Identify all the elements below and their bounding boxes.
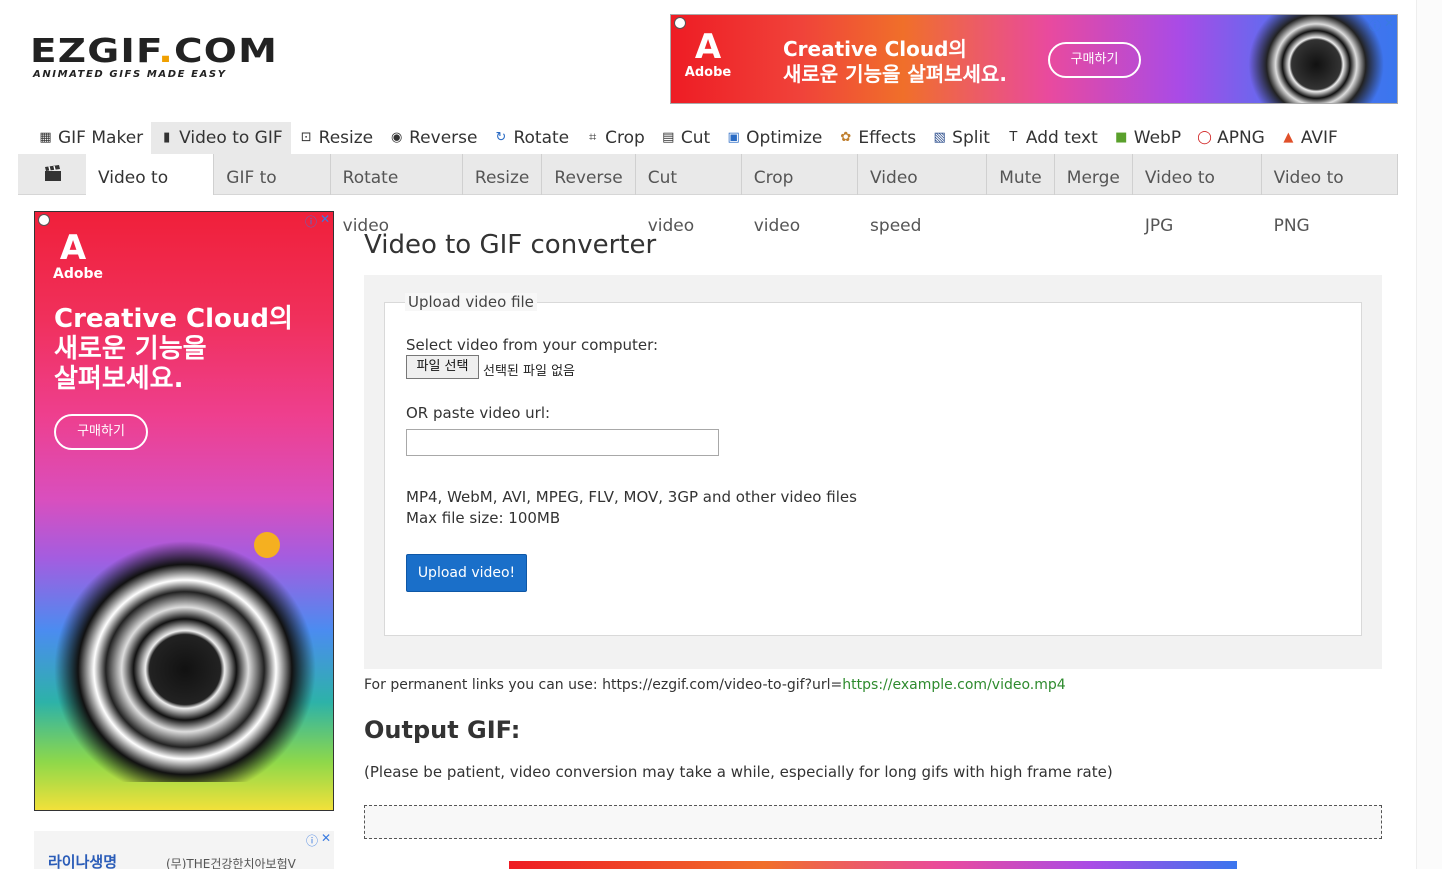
upload-panel: Upload video file Select video from your… <box>364 275 1382 669</box>
tab-cut-video[interactable]: Cut video <box>636 154 742 236</box>
nav-optimize[interactable]: ▣ Optimize <box>718 122 830 154</box>
upload-fieldset: Upload video file Select video from your… <box>384 293 1362 636</box>
add-text-icon: T <box>1009 130 1018 145</box>
cut-icon: ▤ <box>662 130 675 145</box>
scrollbar-gutter[interactable] <box>1416 0 1442 869</box>
video-url-input[interactable] <box>406 429 719 456</box>
optimize-icon: ▣ <box>727 130 740 145</box>
ad-choices-badge-icon[interactable] <box>674 17 686 29</box>
nav-resize[interactable]: ⊡ Resize <box>291 122 381 154</box>
supported-formats-text: MP4, WebM, AVI, MPEG, FLV, MOV, 3GP and … <box>406 488 857 527</box>
video-icon: ▮ <box>163 130 171 145</box>
ad-close-icon[interactable]: ✕ <box>1384 16 1394 30</box>
tab-video-to-jpg[interactable]: Video to JPG <box>1133 154 1262 236</box>
upload-video-button[interactable]: Upload video! <box>406 554 527 592</box>
adobe-logo: A Adobe <box>53 228 103 282</box>
tab-resize[interactable]: Resize <box>463 154 543 195</box>
nav-effects[interactable]: ✿ Effects <box>830 122 924 154</box>
upload-legend: Upload video file <box>405 293 537 311</box>
nav-webp[interactable]: ■ WebP <box>1106 122 1189 154</box>
nav-video-to-gif[interactable]: ▮ Video to GIF <box>151 122 291 154</box>
tab-gif-to-mp4[interactable]: GIF to MP4 <box>214 154 331 236</box>
output-gif-area <box>364 805 1382 839</box>
reverse-icon: ◉ <box>390 130 403 145</box>
ad-close-icon[interactable]: ✕ <box>321 831 331 845</box>
nav-avif[interactable]: ▲ AVIF <box>1273 122 1346 154</box>
output-title: Output GIF: <box>364 716 521 744</box>
sidebar-ad[interactable]: A Adobe Creative Cloud의 새로운 기능을 살펴보세요. 구… <box>34 211 334 811</box>
ad-info-icon[interactable]: ⓘ <box>306 832 318 849</box>
tab-rotate-video[interactable]: Rotate video <box>331 154 463 236</box>
permalink-hint: For permanent links you can use: https:/… <box>364 677 1066 693</box>
nav-gif-maker[interactable]: ▦ GIF Maker <box>30 122 151 154</box>
ad-info-icon[interactable]: ⓘ <box>1369 17 1381 34</box>
nav-crop[interactable]: ⌗ Crop <box>577 122 653 154</box>
tab-merge[interactable]: Merge <box>1055 154 1133 195</box>
choose-file-button[interactable]: 파일 선택 <box>406 355 479 379</box>
resize-icon: ⊡ <box>300 130 312 145</box>
video-subnav: Video to GIF GIF to MP4 Rotate video Res… <box>18 154 1398 236</box>
output-note: (Please be patient, video conversion may… <box>364 763 1113 781</box>
clapperboard-icon <box>45 165 61 181</box>
logo-wordmark: EZGIF.COM <box>30 31 279 70</box>
nav-add-text[interactable]: T Add text <box>998 122 1106 154</box>
ad-buy-button[interactable]: 구매하기 <box>54 414 148 450</box>
nav-rotate[interactable]: ↻ Rotate <box>485 122 577 154</box>
adobe-logo: A Adobe <box>684 27 732 80</box>
no-file-selected-text: 선택된 파일 없음 <box>483 364 575 379</box>
nav-cut[interactable]: ▤ Cut <box>653 122 718 154</box>
ad-info-icon[interactable]: ⓘ <box>305 213 317 230</box>
tab-video-to-gif[interactable]: Video to GIF <box>86 154 215 236</box>
paste-url-label: OR paste video url: <box>406 404 551 422</box>
ad-headline: Creative Cloud의 새로운 기능을 살펴보세요. <box>54 304 293 394</box>
ad-artwork <box>45 532 325 782</box>
site-logo[interactable]: EZGIF.COM ANIMATED GIFS MADE EASY <box>30 34 277 80</box>
ad-subtext: (무)THE건강한치아보험V <box>166 857 296 869</box>
nav-apng[interactable]: ◯ APNG <box>1189 122 1273 154</box>
permalink-example: https://example.com/video.mp4 <box>842 677 1066 693</box>
logo-tagline: ANIMATED GIFS MADE EASY <box>33 69 227 80</box>
crop-icon: ⌗ <box>588 130 597 145</box>
tab-video-speed[interactable]: Video speed <box>858 154 988 236</box>
ad-headline: Creative Cloud의 새로운 기능을 살펴보세요. <box>783 37 1007 86</box>
ad-close-icon[interactable]: ✕ <box>320 212 330 226</box>
sidebar-ad-secondary[interactable]: 라이나생명 (무)THE건강한치아보험V ⓘ ✕ <box>34 831 334 869</box>
select-file-label: Select video from your computer: <box>406 336 659 354</box>
apng-icon: ◯ <box>1197 130 1212 145</box>
nav-split[interactable]: ▧ Split <box>924 122 998 154</box>
ad-sun-shape <box>254 532 280 558</box>
nav-reverse[interactable]: ◉ Reverse <box>381 122 485 154</box>
ad-brand: 라이나생명 <box>48 853 118 869</box>
tab-video-to-png[interactable]: Video to PNG <box>1262 154 1398 236</box>
page-title: Video to GIF converter <box>364 230 657 260</box>
ad-choices-badge-icon[interactable] <box>38 214 50 226</box>
tab-crop-video[interactable]: Crop video <box>742 154 859 236</box>
avif-icon: ▲ <box>1283 130 1294 145</box>
webp-icon: ■ <box>1115 130 1128 145</box>
effects-palette-icon: ✿ <box>840 130 852 145</box>
rotate-icon: ↻ <box>495 130 507 145</box>
main-nav: ▦ GIF Maker ▮ Video to GIF ⊡ Resize ◉ Revers… <box>30 122 1346 154</box>
split-icon: ▧ <box>933 130 946 145</box>
tab-reverse[interactable]: Reverse <box>542 154 636 195</box>
ad-buy-button[interactable]: 구매하기 <box>1048 42 1141 78</box>
top-banner-ad[interactable]: A Adobe Creative Cloud의 새로운 기능을 살펴보세요. 구… <box>670 14 1398 104</box>
tab-mute[interactable]: Mute <box>987 154 1055 195</box>
gif-maker-icon: ▦ <box>39 130 52 145</box>
bottom-banner-ad[interactable] <box>509 861 1237 869</box>
